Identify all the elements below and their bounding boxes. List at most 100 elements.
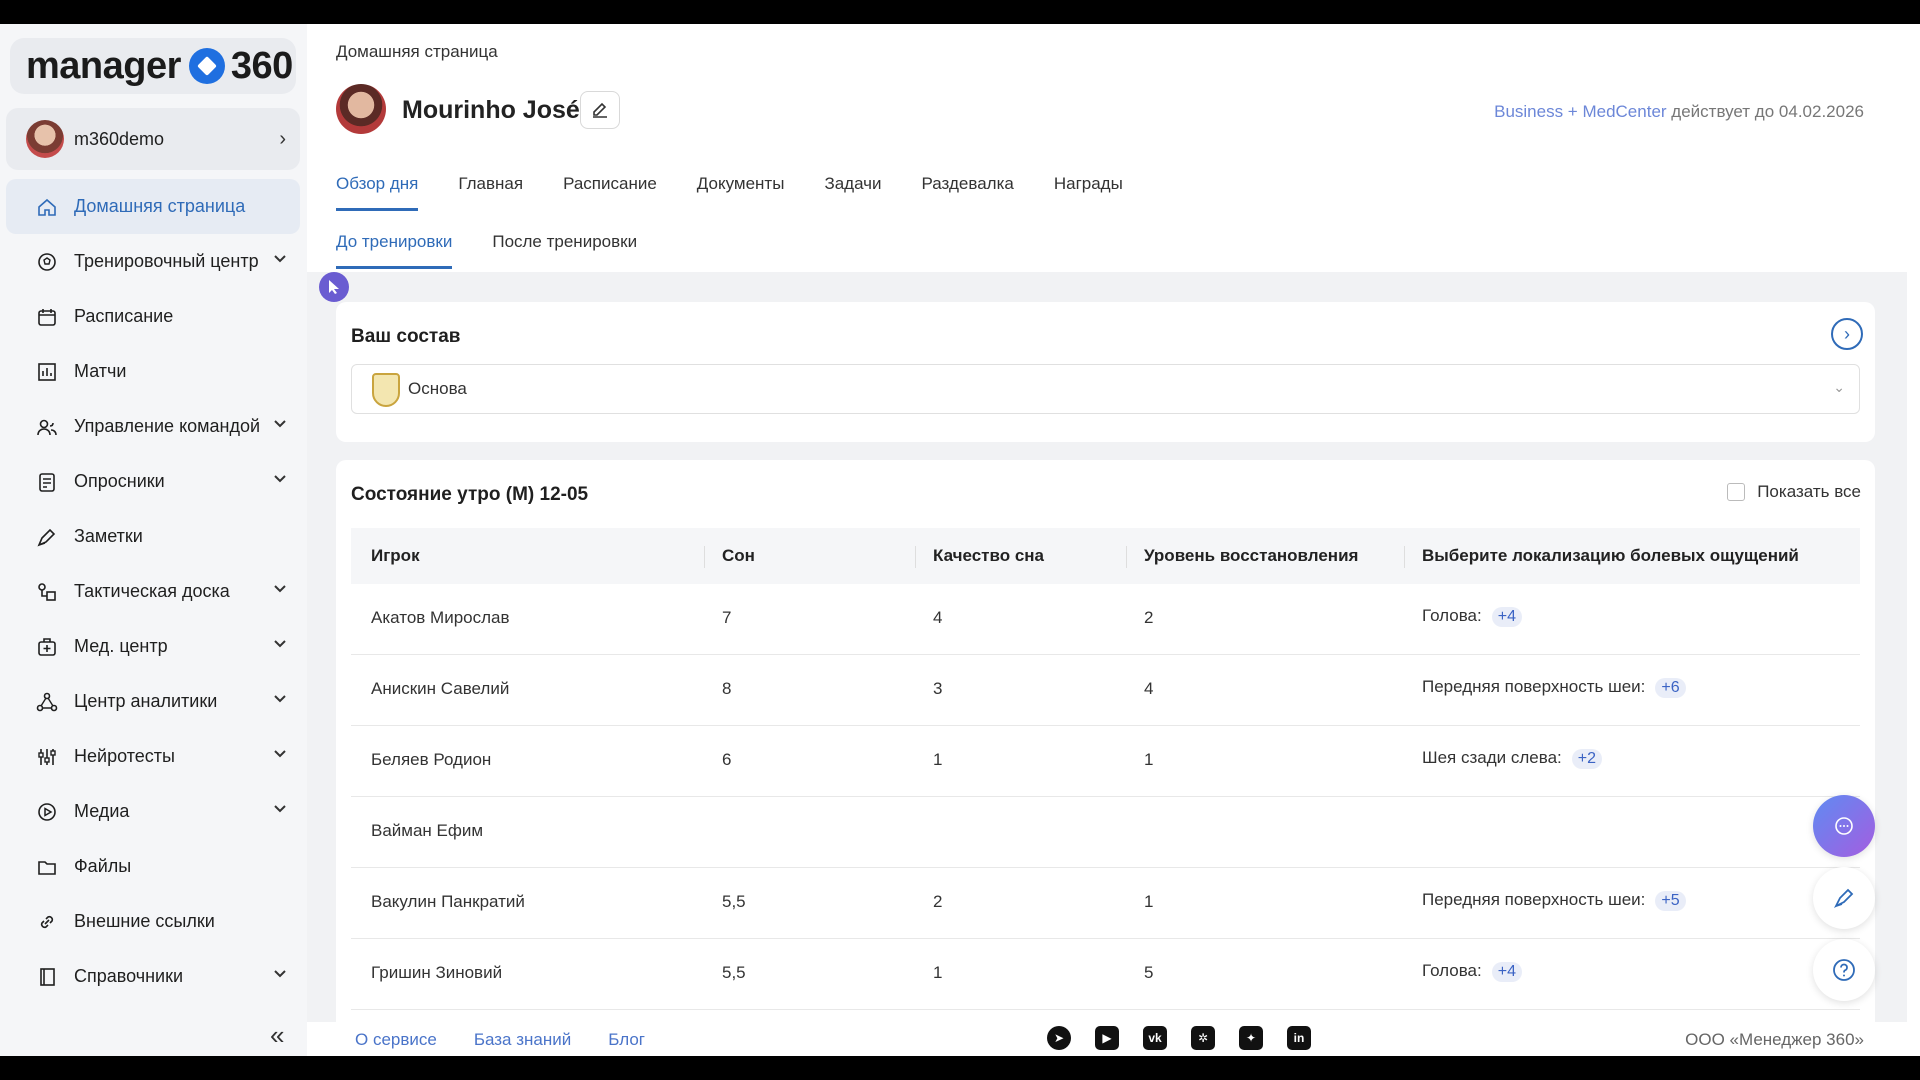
folder-icon xyxy=(36,856,58,878)
squad-select[interactable]: Основа ⌄ xyxy=(351,364,1860,414)
pain-location-text: Голова: xyxy=(1422,606,1482,625)
tab-3[interactable]: Документы xyxy=(697,174,785,211)
sidebar-item-label: Заметки xyxy=(74,526,143,546)
footer-link-1[interactable]: База знаний xyxy=(474,1030,571,1050)
sidebar-item-3[interactable]: Матчи xyxy=(6,344,300,399)
chat-button[interactable] xyxy=(1813,795,1875,857)
book-icon xyxy=(36,966,58,988)
sidebar-item-9[interactable]: Центр аналитики xyxy=(6,674,300,729)
sidebar-item-0[interactable]: Домашняя страница xyxy=(6,179,300,234)
sidebar-item-label: Медиа xyxy=(74,801,130,821)
telegram-icon[interactable]: ➤ xyxy=(1047,1026,1071,1050)
sub-tabs: До тренировки После тренировки xyxy=(336,232,637,269)
question-icon xyxy=(1833,959,1855,981)
player-cell: Акатов Мирослав xyxy=(371,608,510,627)
footer-links: О сервисе База знаний Блог xyxy=(355,1030,645,1050)
more-locations-badge[interactable]: +4 xyxy=(1491,962,1522,982)
show-all-toggle[interactable]: Показать все xyxy=(1727,482,1861,502)
column-header-sleep[interactable]: Сон xyxy=(704,546,755,568)
sidebar-item-1[interactable]: Тренировочный центр xyxy=(6,234,300,289)
sidebar-item-label: Тренировочный центр xyxy=(74,251,259,271)
sidebar-item-label: Управление командой xyxy=(74,416,261,436)
youtube-icon[interactable]: ▶ xyxy=(1095,1026,1119,1050)
link-icon xyxy=(36,911,58,933)
show-all-checkbox[interactable] xyxy=(1727,483,1746,501)
subtab-1[interactable]: После тренировки xyxy=(492,232,637,269)
tab-5[interactable]: Раздевалка xyxy=(922,174,1014,211)
more-locations-badge[interactable]: +5 xyxy=(1655,891,1686,911)
tab-4[interactable]: Задачи xyxy=(824,174,881,211)
sidebar-item-11[interactable]: Медиа xyxy=(6,784,300,839)
subtab-0[interactable]: До тренировки xyxy=(336,232,453,269)
bar-chart-icon xyxy=(36,361,58,383)
sidebar-item-label: Нейротесты xyxy=(74,746,175,766)
sidebar-item-label: Справочники xyxy=(74,966,184,986)
sidebar-item-7[interactable]: Тактическая доска xyxy=(6,564,300,619)
table-row[interactable]: Вакулин Панкратий 5,5 2 1 Передняя поверхнос… xyxy=(351,868,1860,939)
tab-0[interactable]: Обзор дня xyxy=(336,174,419,211)
column-header-player[interactable]: Игрок xyxy=(371,546,420,566)
sidebar-item-label: Файлы xyxy=(74,856,132,876)
sidebar-item-2[interactable]: Расписание xyxy=(6,289,300,344)
player-cell: Вайман Ефим xyxy=(371,821,484,840)
footer-link-2[interactable]: Блог xyxy=(608,1030,645,1050)
sidebar-item-8[interactable]: Мед. центр xyxy=(6,619,300,674)
recovery-cell: 4 xyxy=(1144,679,1154,698)
sliders-icon xyxy=(36,746,58,768)
license-plan[interactable]: Business + MedCenter xyxy=(1494,102,1666,121)
pain-location-cell: Передняя поверхность шеи: +6 xyxy=(1422,677,1686,698)
column-header-sleep-quality[interactable]: Качество сна xyxy=(914,546,1044,568)
chevron-down-icon: ⌄ xyxy=(1833,379,1845,395)
tab-6[interactable]: Награды xyxy=(1054,174,1123,211)
more-locations-badge[interactable]: +4 xyxy=(1491,607,1522,627)
sidebar-item-5[interactable]: Опросники xyxy=(6,454,300,509)
help-button[interactable] xyxy=(1813,939,1875,1001)
social-links: ➤ ▶ vk ✲ ✦ in xyxy=(1047,1026,1311,1050)
squad-card-title: Ваш состав xyxy=(351,326,461,347)
sidebar-item-10[interactable]: Нейротесты xyxy=(6,729,300,784)
license-expiry: действует до 04.02.2026 xyxy=(1666,102,1864,121)
footer-link-0[interactable]: О сервисе xyxy=(355,1030,437,1050)
app-logo[interactable]: manager 360 xyxy=(10,38,296,94)
sleep-cell: 5,5 xyxy=(722,963,746,982)
chevron-down-icon xyxy=(274,635,286,651)
user-menu[interactable]: m360demo › xyxy=(6,108,300,170)
player-cell: Вакулин Панкратий xyxy=(371,892,525,911)
show-all-label: Показать все xyxy=(1757,482,1861,501)
collapse-sidebar-button[interactable]: « xyxy=(270,1020,284,1051)
sidebar-item-14[interactable]: Справочники xyxy=(6,949,300,1004)
more-locations-badge[interactable]: +6 xyxy=(1655,678,1686,698)
state-card-title: Состояние утро (М) 12-05 xyxy=(351,484,589,505)
arrow-right-circle-icon[interactable]: › xyxy=(1831,318,1863,350)
team-icon xyxy=(36,416,58,438)
sidebar-item-4[interactable]: Управление командой xyxy=(6,399,300,454)
column-header-recovery[interactable]: Уровень восстановления xyxy=(1125,546,1358,568)
table-row[interactable]: Анискин Савелий 8 3 4 Передняя поверхность ш… xyxy=(351,655,1860,726)
pain-location-cell: Голова: +4 xyxy=(1422,961,1522,982)
more-locations-badge[interactable]: +2 xyxy=(1571,749,1602,769)
coach-avatar xyxy=(336,84,386,134)
screen-frame: manager 360 m360demo › Домашняя страница… xyxy=(0,0,1920,1080)
sidebar-item-12[interactable]: Файлы xyxy=(6,839,300,894)
column-header-pain-location[interactable]: Выберите локализацию болевых ощущений xyxy=(1404,546,1799,568)
table-row[interactable]: Вайман Ефим xyxy=(351,797,1860,868)
sidebar-item-13[interactable]: Внешние ссылки xyxy=(6,894,300,949)
breadcrumb[interactable]: Домашняя страница xyxy=(336,42,498,62)
table-row[interactable]: Гришин Зиновий 5,5 1 5 Голова: +4 xyxy=(351,939,1860,1010)
star-icon[interactable]: ✦ xyxy=(1239,1026,1263,1050)
footer: О сервисе База знаний Блог ➤ ▶ vk ✲ ✦ in О… xyxy=(307,1022,1907,1056)
tab-1[interactable]: Главная xyxy=(458,174,523,211)
pain-location-text: Передняя поверхность шеи: xyxy=(1422,890,1646,909)
sleep-quality-cell: 1 xyxy=(933,963,943,982)
linkedin-icon[interactable]: in xyxy=(1287,1026,1311,1050)
vk-icon[interactable]: vk xyxy=(1143,1026,1167,1050)
sleep-cell: 6 xyxy=(722,750,732,769)
feedback-button[interactable] xyxy=(1813,867,1875,929)
edit-profile-button[interactable] xyxy=(580,91,620,129)
logo-ball-icon xyxy=(188,48,225,84)
tab-2[interactable]: Расписание xyxy=(563,174,657,211)
table-row[interactable]: Беляев Родион 6 1 1 Шея сзади слева: +2 xyxy=(351,726,1860,797)
sidebar-item-6[interactable]: Заметки xyxy=(6,509,300,564)
table-row[interactable]: Акатов Мирослав 7 4 2 Голова: +4 xyxy=(351,584,1860,655)
dzen-icon[interactable]: ✲ xyxy=(1191,1026,1215,1050)
